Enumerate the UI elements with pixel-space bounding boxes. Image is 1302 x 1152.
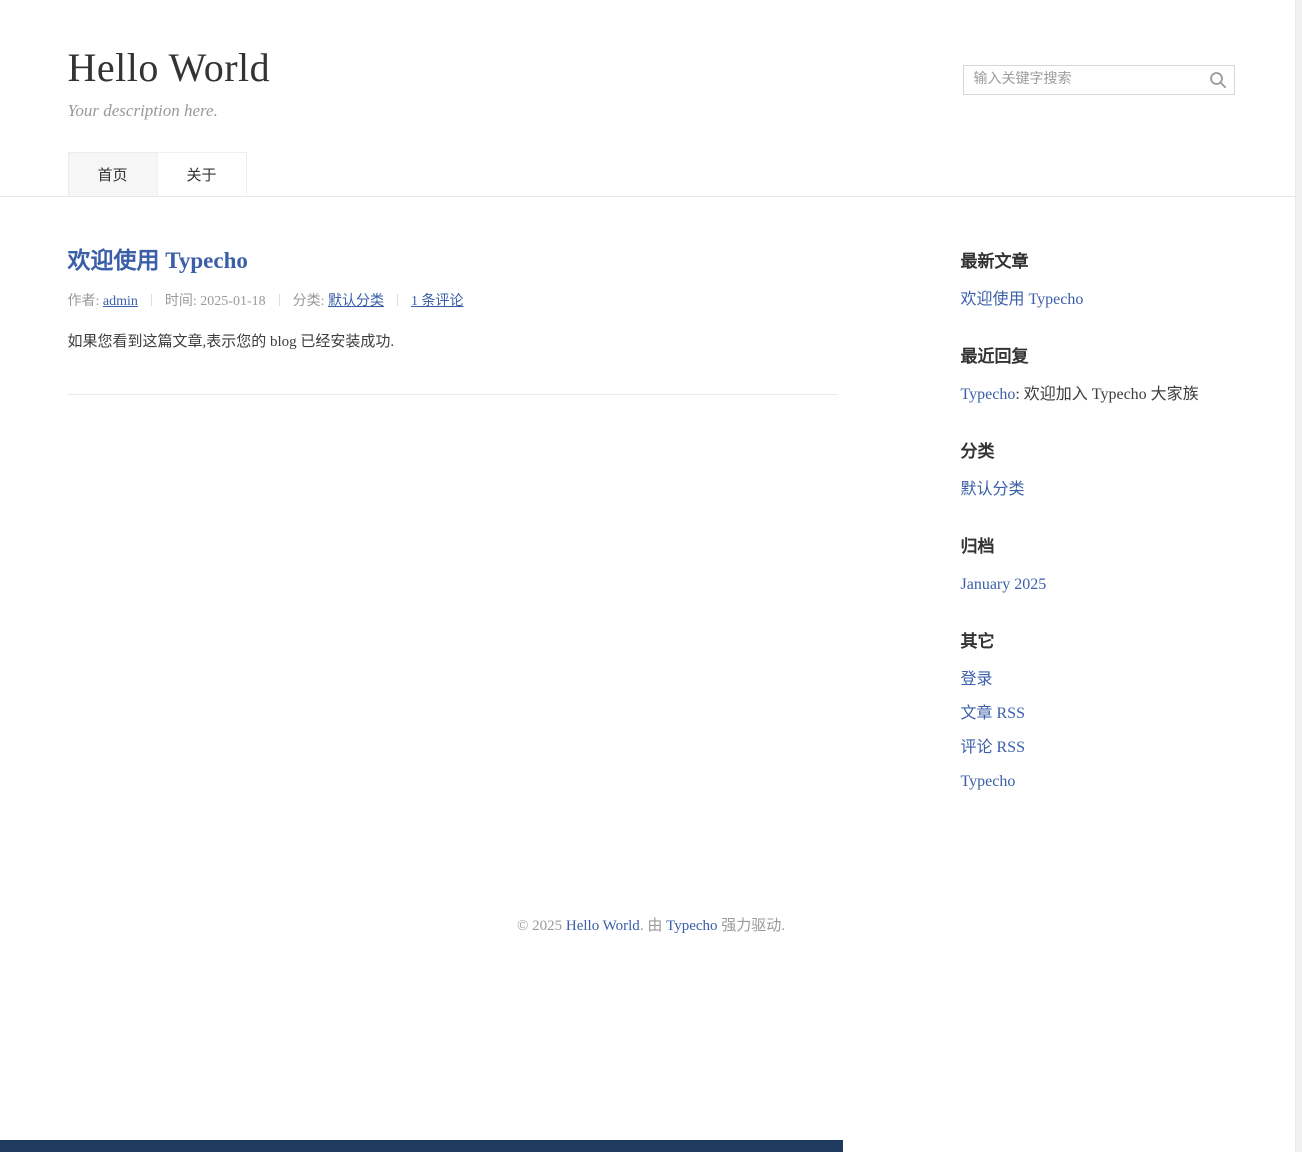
search-box (963, 65, 1235, 95)
post: 欢迎使用 Typecho 作者: admin 时间: 2025-01-18 分类: … (68, 247, 838, 395)
post-title: 欢迎使用 Typecho (68, 247, 838, 275)
meta-separator (151, 294, 152, 306)
meta-author-link[interactable]: admin (103, 294, 138, 309)
meta-comments-link[interactable]: 1 条评论 (411, 294, 464, 309)
content-area: 欢迎使用 Typecho 作者: admin 时间: 2025-01-18 分类 : … (68, 197, 1235, 824)
bottom-bar (0, 1140, 843, 1152)
list-item: 登录 (961, 670, 1235, 690)
login-link[interactable]: 登录 (961, 671, 993, 688)
widget-title: 最近回复 (961, 342, 1235, 367)
list-item: Typecho (961, 772, 1235, 792)
meta-separator (397, 294, 398, 306)
footer-middle-text: . 由 (640, 918, 666, 934)
nav-tab-home[interactable]: 首页 (68, 152, 158, 196)
main-column: 欢迎使用 Typecho 作者: admin 时间: 2025-01-18 分类: … (68, 247, 838, 395)
scrollbar[interactable] (1295, 0, 1302, 1152)
post-rss-link[interactable]: 文章 RSS (961, 705, 1025, 722)
reply-text: : 欢迎加入 Typecho 大家族 (1015, 386, 1198, 403)
category-link[interactable]: 默认分类 (961, 481, 1025, 498)
archive-link[interactable]: January 2025 (961, 576, 1047, 593)
list-item: Typecho: 欢迎加入 Typecho 大家族 (961, 385, 1235, 405)
list-item: 文章 RSS (961, 704, 1235, 724)
main-nav: 首页 关于 (68, 152, 1235, 196)
footer-suffix-text: 强力驱动. (718, 918, 786, 934)
nav-tab-about[interactable]: 关于 (157, 152, 247, 196)
widget-title: 分类 (961, 437, 1235, 462)
post-meta: 作者: admin 时间: 2025-01-18 分类: 默认分类 1 条评论 (68, 290, 838, 310)
list-item: 欢迎使用 Typecho (961, 290, 1235, 310)
meta-category-link[interactable]: 默认分类 (328, 294, 384, 309)
widget-title: 归档 (961, 532, 1235, 557)
post-title-link[interactable]: 欢迎使用 Typecho (68, 248, 248, 273)
meta-author-label: 作者: (68, 294, 103, 309)
widget-archives: 归档 January 2025 (961, 532, 1235, 595)
reply-author-link[interactable]: Typecho (961, 386, 1016, 403)
widget-recent-posts: 最新文章 欢迎使用 Typecho (961, 247, 1235, 310)
list-item: 评论 RSS (961, 738, 1235, 758)
comment-rss-link[interactable]: 评论 RSS (961, 739, 1025, 756)
list-item: January 2025 (961, 575, 1235, 595)
footer-site-link[interactable]: Hello World (566, 918, 640, 934)
footer-copyright: © 2025 (517, 918, 566, 934)
meta-date: 时间: 2025-01-18 (165, 294, 266, 309)
list-item: 默认分类 (961, 480, 1235, 500)
meta-category-label: 分类: (293, 294, 328, 309)
sidebar: 最新文章 欢迎使用 Typecho 最近回复 Typecho: 欢迎加入 Typ… (961, 247, 1235, 824)
site-header: Hello World Your description here. 首页 关于 (0, 0, 1302, 197)
header-inner: Hello World Your description here. 首页 关于 (68, 0, 1235, 196)
site-description: Your description here. (68, 101, 1235, 121)
footer-engine-link[interactable]: Typecho (666, 918, 717, 934)
typecho-link[interactable]: Typecho (961, 773, 1016, 790)
recent-post-link[interactable]: 欢迎使用 Typecho (961, 291, 1084, 308)
page-footer: © 2025 Hello World. 由 Typecho 强力驱动. (0, 824, 1302, 935)
widget-misc: 其它 登录 文章 RSS 评论 RSS Typecho (961, 627, 1235, 792)
widget-title: 最新文章 (961, 247, 1235, 272)
widget-recent-replies: 最近回复 Typecho: 欢迎加入 Typecho 大家族 (961, 342, 1235, 405)
search-input[interactable] (963, 65, 1235, 95)
widget-title: 其它 (961, 627, 1235, 652)
widget-categories: 分类 默认分类 (961, 437, 1235, 500)
meta-separator (279, 294, 280, 306)
post-divider (68, 394, 838, 395)
post-body: 如果您看到这篇文章,表示您的 blog 已经安装成功. (68, 330, 838, 354)
search-icon[interactable] (1209, 71, 1227, 89)
